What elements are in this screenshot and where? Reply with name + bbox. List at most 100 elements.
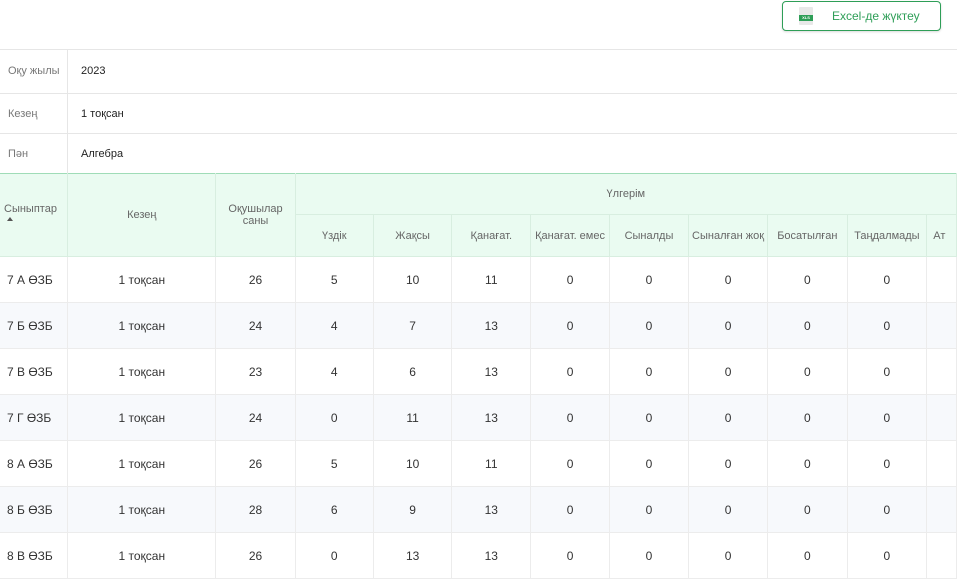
cell-not-passed: 0: [688, 256, 769, 303]
cell-class: 7 Б ӨЗБ: [0, 302, 69, 349]
cell-unsatisfactory: 0: [530, 256, 610, 303]
cell-not-selected: 0: [847, 532, 928, 579]
cell-passed: 0: [609, 532, 690, 579]
cell-period: 1 тоқсан: [67, 532, 217, 579]
cell-excellent: 6: [295, 486, 374, 533]
cell-passed: 0: [609, 302, 690, 349]
col-header-satisfactory: Қанағат.: [451, 214, 532, 257]
export-excel-button[interactable]: XLS Excel-де жүктеу: [782, 1, 941, 31]
cell-unsatisfactory: 0: [530, 486, 610, 533]
col-header-cut: Ат: [926, 214, 957, 257]
cell-period: 1 тоқсан: [67, 486, 217, 533]
filter-value-year[interactable]: 2023: [68, 49, 105, 93]
cell-excellent: 4: [295, 348, 374, 395]
col-header-not-passed: Сыналған жоқ: [688, 214, 769, 257]
cell-passed: 0: [609, 486, 690, 533]
filter-row-subject: Пән Алгебра: [0, 134, 957, 174]
cell-unsatisfactory: 0: [530, 348, 610, 395]
cell-good: 10: [373, 440, 453, 487]
filter-value-period[interactable]: 1 тоқсан: [68, 94, 124, 133]
col-header-exempt: Босатылған: [767, 214, 848, 257]
sort-asc-icon[interactable]: [7, 217, 13, 222]
cell-period: 1 тоқсан: [67, 440, 217, 487]
cell-good: 11: [373, 394, 453, 441]
cell-cut: [926, 394, 957, 441]
table-row: 7 Б ӨЗБ 1 тоқсан 24 4 7 13 0 0 0 0 0: [0, 302, 957, 349]
table-row: 7 В ӨЗБ 1 тоқсан 23 4 6 13 0 0 0 0 0: [0, 348, 957, 395]
cell-cut: [926, 486, 957, 533]
filter-label-period: Кезең: [0, 94, 68, 133]
cell-not-selected: 0: [847, 486, 928, 533]
cell-period: 1 тоқсан: [67, 302, 217, 349]
progress-table: Сыныптар Кезең Оқушылар саны Үлгерім Үзд…: [0, 173, 957, 579]
cell-cut: [926, 256, 957, 303]
cell-passed: 0: [609, 394, 690, 441]
cell-cut: [926, 532, 957, 579]
cell-cut: [926, 348, 957, 395]
cell-not-passed: 0: [688, 532, 769, 579]
cell-satisfactory: 13: [451, 394, 532, 441]
cell-excellent: 5: [295, 256, 374, 303]
cell-students: 28: [215, 486, 296, 533]
cell-passed: 0: [609, 440, 690, 487]
cell-students: 24: [215, 394, 296, 441]
filter-value-subject[interactable]: Алгебра: [68, 134, 123, 174]
cell-class: 7 А ӨЗБ: [0, 256, 69, 303]
col-header-period: Кезең: [67, 173, 217, 257]
cell-satisfactory: 11: [451, 440, 532, 487]
col-header-students: Оқушылар саны: [215, 173, 296, 257]
col-header-classes[interactable]: Сыныптар: [0, 173, 69, 257]
filter-panel: Оқу жылы 2023 Кезең 1 тоқсан Пән Алгебра: [0, 49, 957, 174]
cell-class: 8 А ӨЗБ: [0, 440, 69, 487]
toolbar: XLS Excel-де жүктеу: [0, 0, 957, 50]
cell-not-selected: 0: [847, 394, 928, 441]
cell-excellent: 4: [295, 302, 374, 349]
cell-period: 1 тоқсан: [67, 348, 217, 395]
cell-period: 1 тоқсан: [67, 256, 217, 303]
cell-good: 10: [373, 256, 453, 303]
cell-not-selected: 0: [847, 348, 928, 395]
cell-excellent: 5: [295, 440, 374, 487]
cell-students: 26: [215, 440, 296, 487]
cell-good: 9: [373, 486, 453, 533]
table-row: 7 Г ӨЗБ 1 тоқсан 24 0 11 13 0 0 0 0 0: [0, 394, 957, 441]
cell-cut: [926, 440, 957, 487]
cell-excellent: 0: [295, 532, 374, 579]
cell-exempt: 0: [767, 256, 848, 303]
cell-students: 24: [215, 302, 296, 349]
cell-class: 7 В ӨЗБ: [0, 348, 69, 395]
cell-cut: [926, 302, 957, 349]
cell-class: 7 Г ӨЗБ: [0, 394, 69, 441]
cell-not-passed: 0: [688, 486, 769, 533]
cell-passed: 0: [609, 256, 690, 303]
table-row: 7 А ӨЗБ 1 тоқсан 26 5 10 11 0 0 0 0 0: [0, 256, 957, 303]
table-row: 8 Б ӨЗБ 1 тоқсан 28 6 9 13 0 0 0 0 0: [0, 486, 957, 533]
cell-students: 23: [215, 348, 296, 395]
cell-exempt: 0: [767, 486, 848, 533]
cell-unsatisfactory: 0: [530, 532, 610, 579]
cell-exempt: 0: [767, 302, 848, 349]
col-header-not-selected: Таңдалмады: [847, 214, 928, 257]
cell-not-selected: 0: [847, 256, 928, 303]
cell-satisfactory: 13: [451, 532, 532, 579]
cell-unsatisfactory: 0: [530, 394, 610, 441]
filter-label-year: Оқу жылы: [0, 49, 68, 93]
cell-exempt: 0: [767, 532, 848, 579]
cell-class: 8 Б ӨЗБ: [0, 486, 69, 533]
filter-row-period: Кезең 1 тоқсан: [0, 94, 957, 134]
cell-satisfactory: 13: [451, 486, 532, 533]
col-header-excellent: Үздік: [295, 214, 374, 257]
cell-passed: 0: [609, 348, 690, 395]
cell-not-passed: 0: [688, 440, 769, 487]
filter-row-year: Оқу жылы 2023: [0, 49, 957, 94]
cell-good: 13: [373, 532, 453, 579]
col-header-good: Жақсы: [373, 214, 453, 257]
table-row: 8 А ӨЗБ 1 тоқсан 26 5 10 11 0 0 0 0 0: [0, 440, 957, 487]
cell-not-passed: 0: [688, 302, 769, 349]
cell-not-passed: 0: [688, 348, 769, 395]
cell-satisfactory: 13: [451, 348, 532, 395]
export-excel-label: Excel-де жүктеу: [832, 9, 920, 23]
cell-satisfactory: 11: [451, 256, 532, 303]
cell-unsatisfactory: 0: [530, 440, 610, 487]
cell-not-selected: 0: [847, 440, 928, 487]
